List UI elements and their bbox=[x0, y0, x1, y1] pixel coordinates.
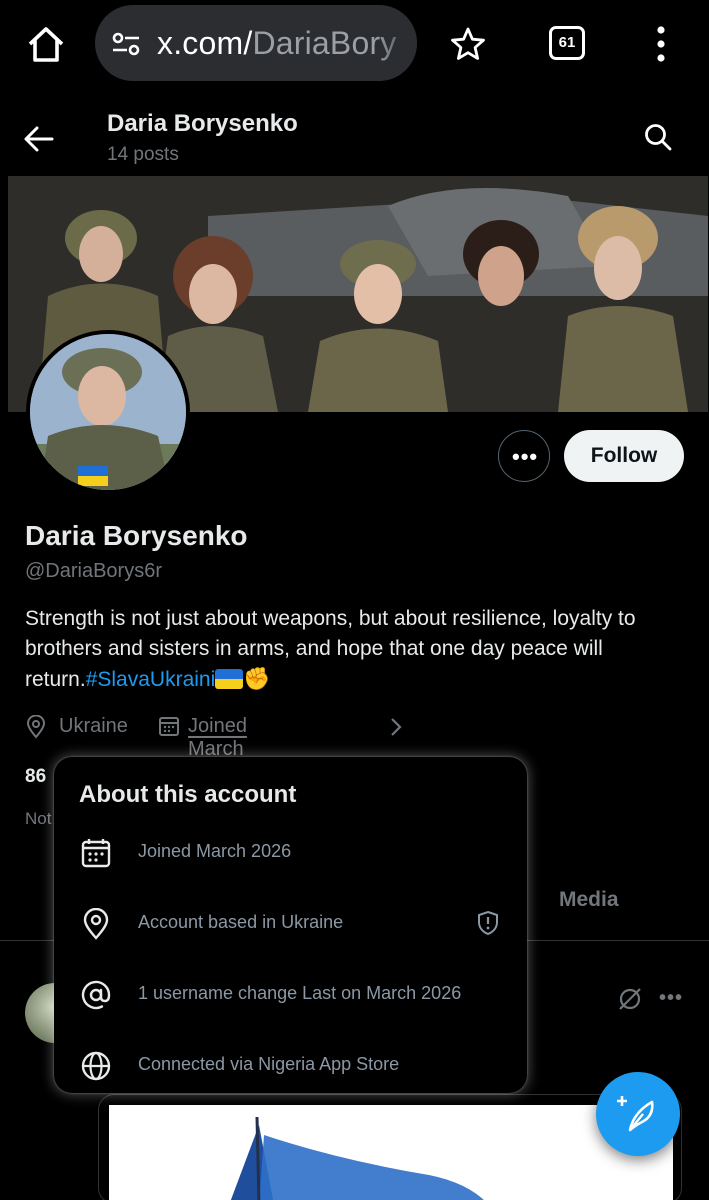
more-options-button[interactable]: ••• bbox=[498, 430, 550, 482]
globe-icon bbox=[81, 1051, 111, 1081]
following-count[interactable]: 86 bbox=[25, 766, 46, 788]
hashtag-link[interactable]: #SlavaUkraini bbox=[86, 668, 216, 691]
url-text: x.com/DariaBory bbox=[157, 25, 397, 61]
chevron-right-icon[interactable] bbox=[389, 716, 403, 738]
topbar-title: Daria Borysenko bbox=[107, 110, 298, 137]
post-media[interactable] bbox=[98, 1094, 682, 1200]
calendar-icon bbox=[159, 717, 179, 736]
profile-name: Daria Borysenko bbox=[25, 520, 248, 551]
about-row-username: 1 username change Last on March 2026 bbox=[54, 973, 527, 1023]
about-account-popup: About this account Joined March 2026 Acc… bbox=[54, 757, 527, 1093]
post-more-button[interactable]: ••• bbox=[659, 987, 683, 1010]
raised-fist-icon: ✊ bbox=[243, 666, 271, 691]
about-row-location: Account based in Ukraine bbox=[54, 902, 527, 952]
posts-count: 14 posts bbox=[107, 144, 179, 165]
address-bar[interactable]: x.com/DariaBory bbox=[95, 5, 417, 81]
about-row-connected: Connected via Nigeria App Store bbox=[54, 1044, 527, 1094]
tab-switcher-button[interactable]: 61 bbox=[549, 26, 585, 60]
profile-avatar[interactable] bbox=[26, 330, 190, 494]
home-icon[interactable] bbox=[24, 22, 68, 66]
followed-by-text: Not bbox=[25, 809, 52, 828]
about-row-joined: Joined March 2026 bbox=[54, 831, 527, 881]
compose-post-button[interactable] bbox=[596, 1072, 680, 1156]
more-dots: ••• bbox=[512, 444, 539, 469]
ukraine-flag-icon bbox=[215, 669, 244, 689]
compose-feather-icon bbox=[617, 1096, 654, 1132]
about-row-text: Joined March 2026 bbox=[138, 841, 292, 861]
at-sign-icon bbox=[81, 980, 111, 1010]
location-pin-icon bbox=[83, 908, 109, 940]
overflow-menu-icon[interactable] bbox=[650, 24, 672, 64]
about-row-text: Connected via Nigeria App Store bbox=[138, 1054, 400, 1074]
profile-topbar: Daria Borysenko 14 posts bbox=[0, 88, 709, 176]
search-icon[interactable] bbox=[643, 122, 673, 152]
tab-media[interactable]: Media bbox=[559, 888, 619, 912]
location-pin-icon bbox=[26, 715, 46, 739]
back-arrow-icon[interactable] bbox=[22, 124, 56, 154]
calendar-icon bbox=[81, 839, 111, 868]
bookmark-star-icon[interactable] bbox=[450, 26, 486, 62]
profile-bio: Strength is not just about weapons, but … bbox=[25, 604, 695, 695]
browser-toolbar: x.com/DariaBory 61 bbox=[0, 0, 709, 88]
location-text: Ukraine bbox=[59, 715, 128, 737]
profile-handle: @DariaBorys6r bbox=[25, 560, 163, 582]
site-settings-icon[interactable] bbox=[111, 29, 141, 59]
url-fade bbox=[377, 5, 417, 81]
about-row-text: Account based in Ukraine bbox=[138, 912, 344, 932]
follow-button[interactable]: Follow bbox=[564, 430, 684, 482]
grok-icon[interactable] bbox=[617, 986, 643, 1012]
post-image bbox=[109, 1105, 673, 1200]
about-row-text: 1 username change Last on March 2026 bbox=[138, 983, 462, 1003]
shield-alert-icon[interactable] bbox=[476, 910, 500, 936]
popup-title: About this account bbox=[79, 781, 297, 808]
